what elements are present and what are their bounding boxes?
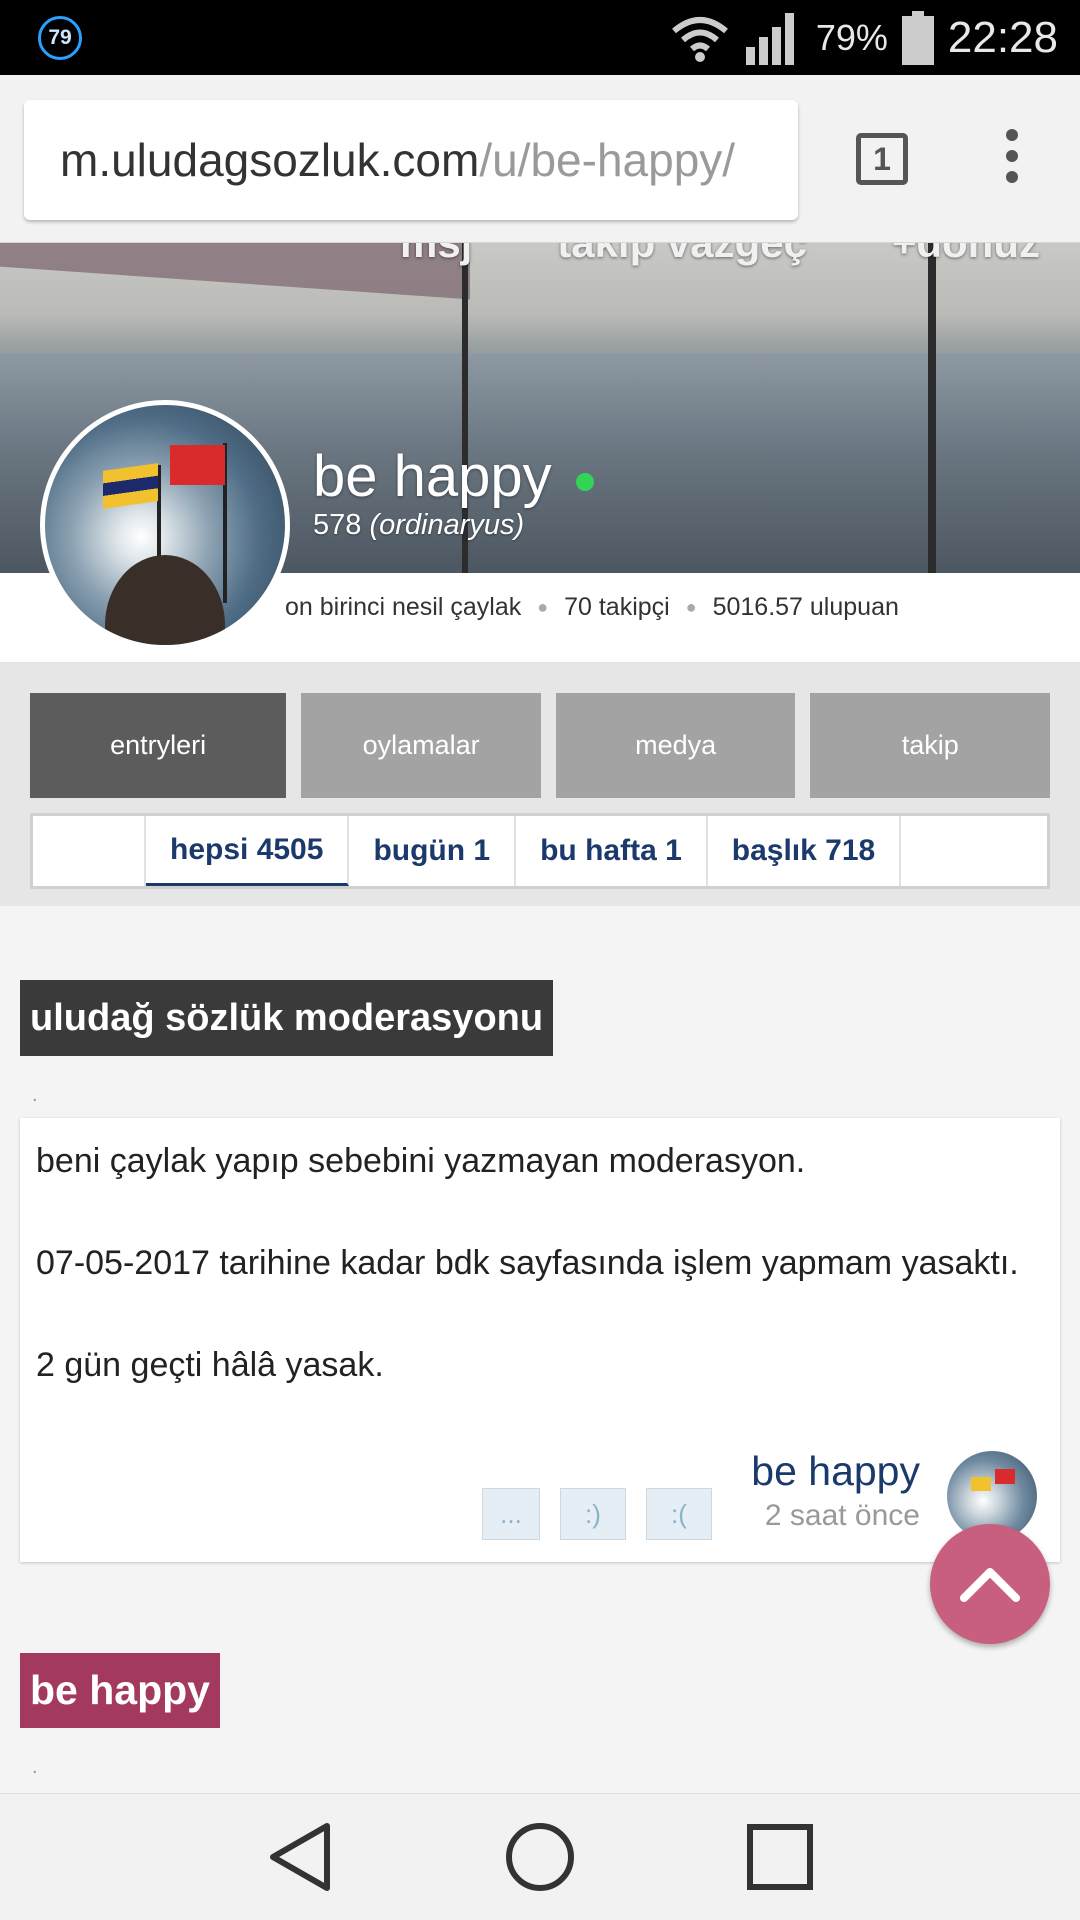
entry-body: beni çaylak yapıp sebebini yazmayan mode… (36, 1142, 1019, 1384)
back-button[interactable] (260, 1817, 340, 1897)
tab-follow[interactable]: takip (810, 693, 1051, 798)
scroll-top-button[interactable] (930, 1524, 1050, 1644)
user-status: on birinci nesil çaylak (285, 593, 522, 621)
filter-topics[interactable]: başlık 718 (708, 816, 902, 886)
wifi-icon (671, 17, 728, 62)
unfollow-link[interactable]: takip vazgeç (557, 243, 807, 267)
more-button[interactable]: ... (482, 1488, 540, 1540)
entry-card: beni çaylak yapıp sebebini yazmayan mode… (20, 1118, 1060, 1562)
author-name[interactable]: be happy (751, 1448, 920, 1495)
tab-votes[interactable]: oylamalar (301, 693, 541, 798)
entry-author: be happy 2 saat önce (751, 1448, 920, 1533)
url-domain: m.uludagsozluk.com (60, 134, 480, 186)
clock: 22:28 (947, 13, 1058, 62)
next-topic-title[interactable]: be happy (20, 1653, 220, 1728)
status-bar: 79 79% 22:28 (0, 0, 1080, 75)
url-path: /u/be-happy/ (479, 134, 736, 186)
signal-icon (745, 13, 794, 65)
ulupuan: 5016.57 ulupuan (712, 593, 899, 621)
profile-name: be happy (313, 443, 594, 510)
battery-icon (901, 11, 934, 65)
filter-all[interactable]: hepsi 4505 (146, 816, 350, 886)
upvote-button[interactable]: :) (560, 1488, 626, 1540)
topic-title[interactable]: uludağ sözlük moderasyonu (20, 980, 554, 1056)
filter-today[interactable]: bugün 1 (349, 816, 517, 886)
profile-score: 578 (ordinaryus) (313, 509, 525, 541)
filter-this-week[interactable]: bu hafta 1 (516, 816, 708, 886)
address-bar[interactable]: m.uludagsozluk.com/u/be-happy/ (24, 100, 798, 220)
tab-entries[interactable]: entryleri (30, 693, 287, 798)
entry-filter-tabs: hepsi 4505 bugün 1 bu hafta 1 başlık 718 (30, 813, 1050, 889)
recents-square-icon (747, 1824, 813, 1890)
home-circle-icon (506, 1823, 574, 1891)
online-indicator (575, 472, 594, 491)
home-button[interactable] (500, 1817, 580, 1897)
tab-switcher-button[interactable]: 1 (856, 133, 908, 185)
overflow-menu-icon[interactable] (1000, 129, 1024, 189)
follower-count[interactable]: 70 takipçi (564, 593, 670, 622)
browser-toolbar: m.uludagsozluk.com/u/be-happy/ 1 (0, 75, 1080, 243)
vote-buttons: ... :) :( (482, 1488, 712, 1540)
cover-actions: msj takip vazgeç +dönüz (400, 243, 1080, 267)
profile-avatar[interactable] (40, 400, 290, 650)
extra-link[interactable]: +dönüz (892, 243, 1040, 267)
tab-media[interactable]: medya (555, 693, 796, 798)
battery-percent: 79% (815, 17, 888, 58)
chevron-up-icon (960, 1568, 1020, 1602)
entry-time[interactable]: 2 saat önce (751, 1499, 920, 1533)
back-triangle-icon (270, 1823, 330, 1891)
notification-badge: 79 (38, 16, 82, 60)
profile-tabs: entryleri oylamalar medya takip hepsi 45… (0, 663, 1080, 906)
message-link[interactable]: msj (400, 243, 472, 267)
downvote-button[interactable]: :( (646, 1488, 712, 1540)
recents-button[interactable] (740, 1817, 820, 1897)
system-nav-bar (0, 1793, 1080, 1920)
